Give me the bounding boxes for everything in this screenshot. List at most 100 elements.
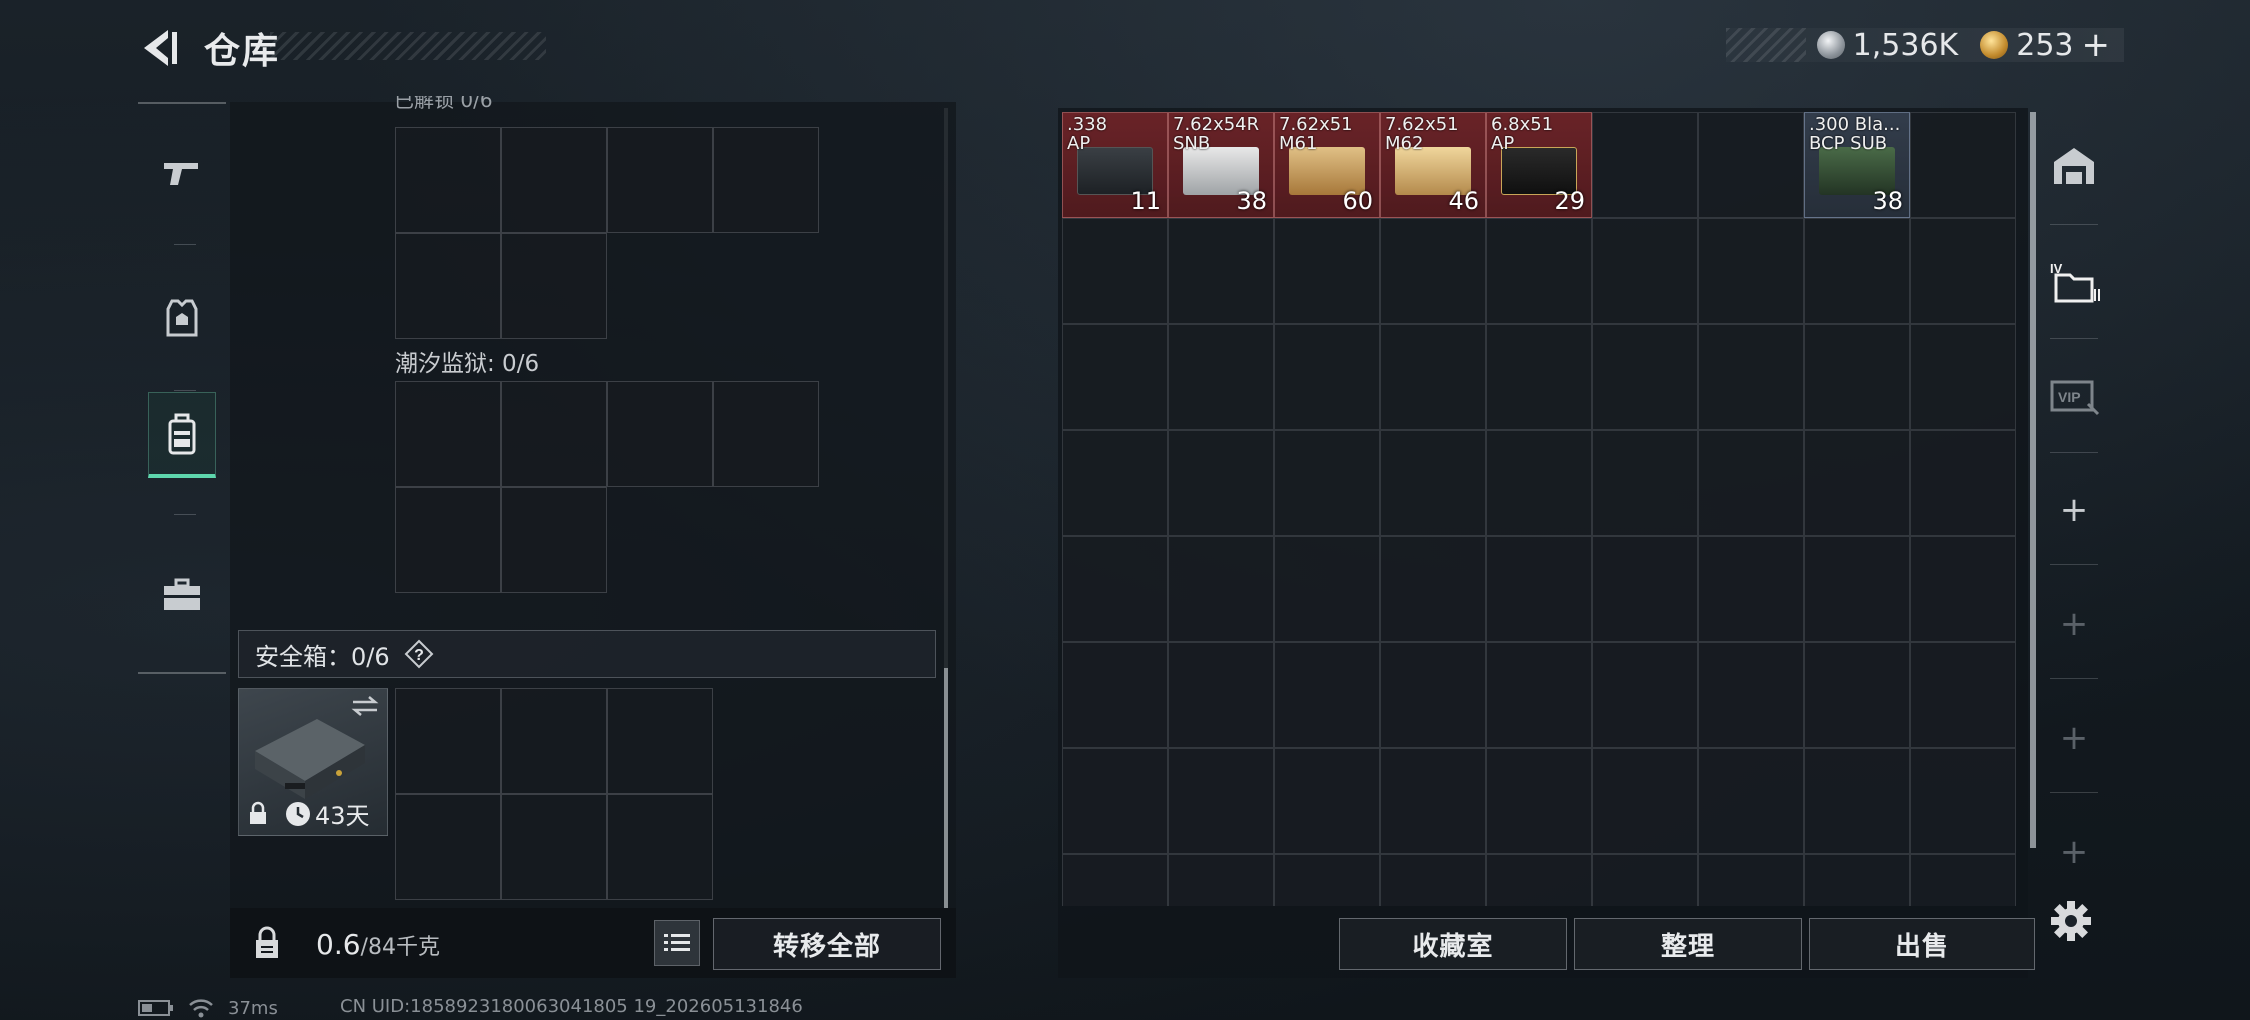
stash-slot[interactable]: [1380, 536, 1486, 642]
stash-slot[interactable]: [1274, 536, 1380, 642]
stash-tab-main[interactable]: [2040, 110, 2108, 222]
nav-toolbox[interactable]: [148, 552, 216, 638]
stash-slot[interactable]: [1062, 536, 1168, 642]
stash-slot[interactable]: [1698, 748, 1804, 854]
stash-slot[interactable]: [1062, 854, 1168, 906]
stash-slot[interactable]: [1274, 324, 1380, 430]
grid-slot[interactable]: [395, 233, 501, 339]
stash-slot[interactable]: [1274, 430, 1380, 536]
stash-slot[interactable]: [1168, 536, 1274, 642]
transfer-all-button[interactable]: 转移全部: [713, 918, 941, 970]
ammo-item[interactable]: 7.62x51 M62 46: [1380, 112, 1486, 218]
stash-slot[interactable]: [1910, 324, 2016, 430]
stash-slot[interactable]: [1910, 642, 2016, 748]
stash-slot[interactable]: [1592, 642, 1698, 748]
stash-slot[interactable]: [1380, 324, 1486, 430]
stash-slot[interactable]: [1698, 324, 1804, 430]
stash-tab-folder[interactable]: IV: [2040, 226, 2108, 338]
stash-slot[interactable]: [1592, 112, 1698, 218]
add-stash-tab-locked[interactable]: +: [2040, 682, 2108, 794]
stash-slot[interactable]: [1486, 218, 1592, 324]
stash-slot[interactable]: [1698, 430, 1804, 536]
stash-slot[interactable]: [1804, 324, 1910, 430]
stash-slot[interactable]: [1804, 430, 1910, 536]
sell-button[interactable]: 出售: [1809, 918, 2035, 970]
ammo-item[interactable]: .300 Bla... BCP SUB 38: [1804, 112, 1910, 218]
stash-slot[interactable]: [1168, 430, 1274, 536]
stash-slot[interactable]: [1486, 854, 1592, 906]
stash-slot[interactable]: [1486, 324, 1592, 430]
stash-slot[interactable]: [1698, 218, 1804, 324]
stash-slot[interactable]: [1910, 218, 2016, 324]
stash-slot[interactable]: [1380, 642, 1486, 748]
grid-slot[interactable]: [395, 127, 501, 233]
stash-slot[interactable]: [1274, 642, 1380, 748]
grid-slot[interactable]: [607, 688, 713, 794]
ammo-item[interactable]: 7.62x51 M61 60: [1274, 112, 1380, 218]
stash-slot[interactable]: [1592, 748, 1698, 854]
stash-slot[interactable]: [1698, 112, 1804, 218]
grid-slot[interactable]: [395, 381, 501, 487]
grid-slot[interactable]: [501, 487, 607, 593]
stash-slot[interactable]: [1804, 642, 1910, 748]
grid-slot[interactable]: [607, 794, 713, 900]
stash-slot[interactable]: [1486, 748, 1592, 854]
ammo-item[interactable]: 7.62x54R SNB 38: [1168, 112, 1274, 218]
grid-slot[interactable]: [501, 794, 607, 900]
stash-slot[interactable]: [1910, 748, 2016, 854]
stash-slot[interactable]: [1698, 536, 1804, 642]
settings-button[interactable]: [2046, 896, 2096, 946]
grid-slot[interactable]: [395, 688, 501, 794]
grid-slot[interactable]: [501, 233, 607, 339]
stash-slot[interactable]: [1062, 748, 1168, 854]
grid-slot[interactable]: [501, 381, 607, 487]
stash-slot[interactable]: [1910, 854, 2016, 906]
grid-slot[interactable]: [713, 127, 819, 233]
stash-slot[interactable]: [1698, 854, 1804, 906]
stash-slot[interactable]: [1910, 536, 2016, 642]
lock-button[interactable]: [236, 914, 298, 972]
stash-slot[interactable]: [1380, 218, 1486, 324]
add-stash-tab-locked[interactable]: +: [2040, 568, 2108, 680]
help-button[interactable]: ?: [404, 639, 434, 669]
stash-slot[interactable]: [1486, 430, 1592, 536]
stash-slot[interactable]: [1062, 430, 1168, 536]
stash-slot[interactable]: [1168, 642, 1274, 748]
stash-slot[interactable]: [1592, 536, 1698, 642]
stash-slot[interactable]: [1910, 430, 2016, 536]
nav-armor[interactable]: [148, 276, 216, 362]
stash-slot[interactable]: [1592, 324, 1698, 430]
stash-slot[interactable]: [1592, 430, 1698, 536]
grid-slot[interactable]: [713, 381, 819, 487]
stash-slot[interactable]: [1592, 218, 1698, 324]
collection-room-button[interactable]: 收藏室: [1339, 918, 1567, 970]
ammo-item[interactable]: .338 AP 11: [1062, 112, 1168, 218]
grid-slot[interactable]: [501, 127, 607, 233]
add-stash-tab-button[interactable]: +: [2040, 454, 2108, 566]
stash-slot[interactable]: [1910, 112, 2016, 218]
stash-slot[interactable]: [1274, 854, 1380, 906]
organize-button[interactable]: 整理: [1574, 918, 1802, 970]
ammo-item[interactable]: 6.8x51 AP 29: [1486, 112, 1592, 218]
stash-slot[interactable]: [1168, 218, 1274, 324]
grid-slot[interactable]: [395, 794, 501, 900]
stash-slot[interactable]: [1062, 218, 1168, 324]
stash-slot[interactable]: [1698, 642, 1804, 748]
nav-backpack[interactable]: [148, 392, 216, 478]
stash-slot[interactable]: [1486, 642, 1592, 748]
grid-slot[interactable]: [395, 487, 501, 593]
stash-slot[interactable]: [1168, 748, 1274, 854]
stash-slot[interactable]: [1274, 748, 1380, 854]
nav-weapons[interactable]: [148, 130, 216, 216]
stash-slot[interactable]: [1380, 748, 1486, 854]
stash-slot[interactable]: [1592, 854, 1698, 906]
stash-slot[interactable]: [1380, 430, 1486, 536]
gold-currency[interactable]: 253 +: [1980, 25, 2110, 65]
add-stash-tab-locked[interactable]: +: [2040, 796, 2108, 908]
stash-tab-vip[interactable]: VIP: [2040, 340, 2108, 452]
stash-slot[interactable]: [1804, 218, 1910, 324]
stash-slot[interactable]: [1804, 854, 1910, 906]
stash-slot[interactable]: [1486, 536, 1592, 642]
stash-slot[interactable]: [1380, 854, 1486, 906]
stash-slot[interactable]: [1804, 748, 1910, 854]
